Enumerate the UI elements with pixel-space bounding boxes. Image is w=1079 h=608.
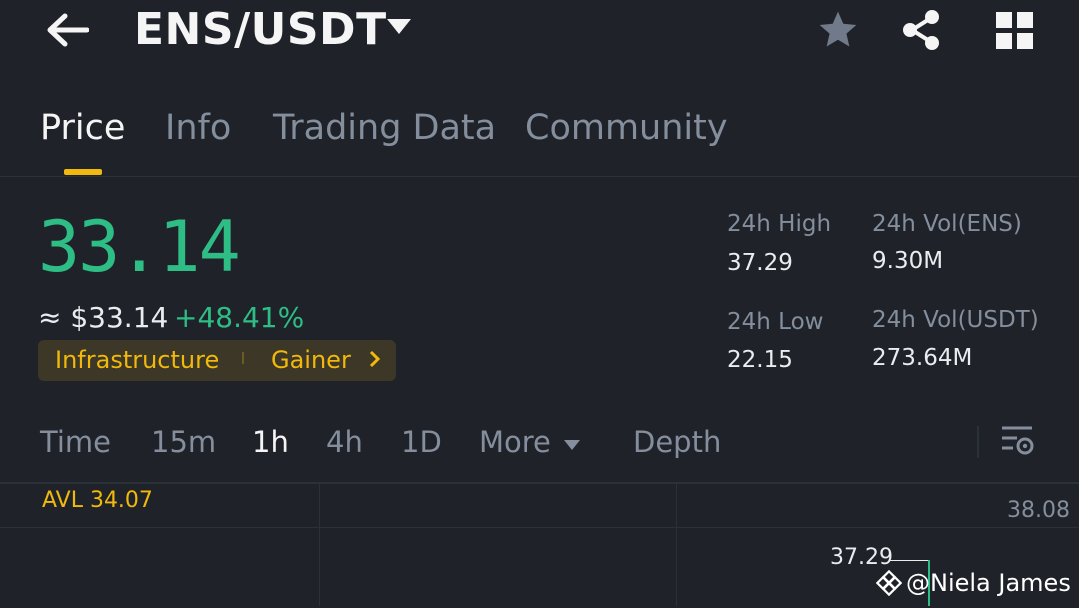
chart-settings-icon [1002, 426, 1034, 455]
tab-info[interactable]: Info [165, 108, 231, 148]
chart-gridline [319, 484, 320, 606]
watermark: @Niela James [876, 569, 1071, 597]
binance-logo-icon [876, 570, 902, 596]
tab-community[interactable]: Community [525, 108, 728, 148]
tag-separator [242, 352, 244, 364]
watermark-text: @Niela James [906, 569, 1071, 597]
chart-settings-button[interactable] [1001, 424, 1035, 462]
tab-depth[interactable]: Depth [633, 425, 721, 459]
stat-low-label: 24h Low [727, 309, 824, 335]
grid-icon [996, 12, 1033, 49]
divider [977, 426, 979, 458]
stat-high-value: 37.29 [727, 250, 793, 276]
price-change-percent: +48.41% [174, 301, 305, 334]
stat-vol-quote-value: 273.64M [872, 345, 973, 371]
interval-more[interactable]: More [479, 425, 551, 459]
tag-infrastructure[interactable]: Infrastructure [55, 346, 219, 374]
share-button[interactable] [900, 8, 944, 56]
chart-gridline [676, 484, 677, 606]
more-dropdown-icon[interactable] [563, 436, 581, 455]
interval-15m[interactable]: 15m [151, 425, 216, 459]
chart-axis-top-label: 38.08 [1007, 498, 1070, 523]
stat-vol-base-value: 9.30M [872, 248, 944, 274]
chevron-right-icon [368, 350, 382, 372]
chart-gridline [0, 527, 1079, 528]
interval-1h[interactable]: 1h [252, 425, 289, 459]
stat-high-label: 24h High [727, 211, 832, 237]
divider [0, 176, 1079, 177]
favorite-button[interactable] [816, 8, 860, 56]
pair-dropdown-icon[interactable] [386, 18, 412, 40]
price-usd-equivalent: ≈ $33.14 [38, 301, 169, 334]
star-icon [819, 11, 857, 47]
stat-vol-base-label: 24h Vol(ENS) [872, 211, 1022, 237]
last-price: 33.14 [38, 206, 241, 288]
interval-1d[interactable]: 1D [401, 425, 442, 459]
back-button[interactable] [44, 10, 90, 50]
chart-high-marker: 37.29 [830, 545, 893, 570]
grid-menu-button[interactable] [996, 12, 1034, 54]
high-marker-line [889, 560, 929, 561]
stat-low-value: 22.15 [727, 347, 793, 373]
average-price-label: AVL 34.07 [42, 488, 153, 513]
share-icon [903, 10, 939, 50]
tab-trading-data[interactable]: Trading Data [273, 108, 496, 148]
interval-time[interactable]: Time [40, 425, 111, 459]
tag-gainer[interactable]: Gainer [271, 346, 351, 374]
arrow-left-icon [47, 13, 89, 47]
pair-title[interactable]: ENS/USDT [134, 4, 387, 55]
active-tab-indicator [64, 169, 102, 175]
interval-4h[interactable]: 4h [326, 425, 363, 459]
tab-price[interactable]: Price [40, 108, 125, 148]
stat-vol-quote-label: 24h Vol(USDT) [872, 307, 1039, 333]
